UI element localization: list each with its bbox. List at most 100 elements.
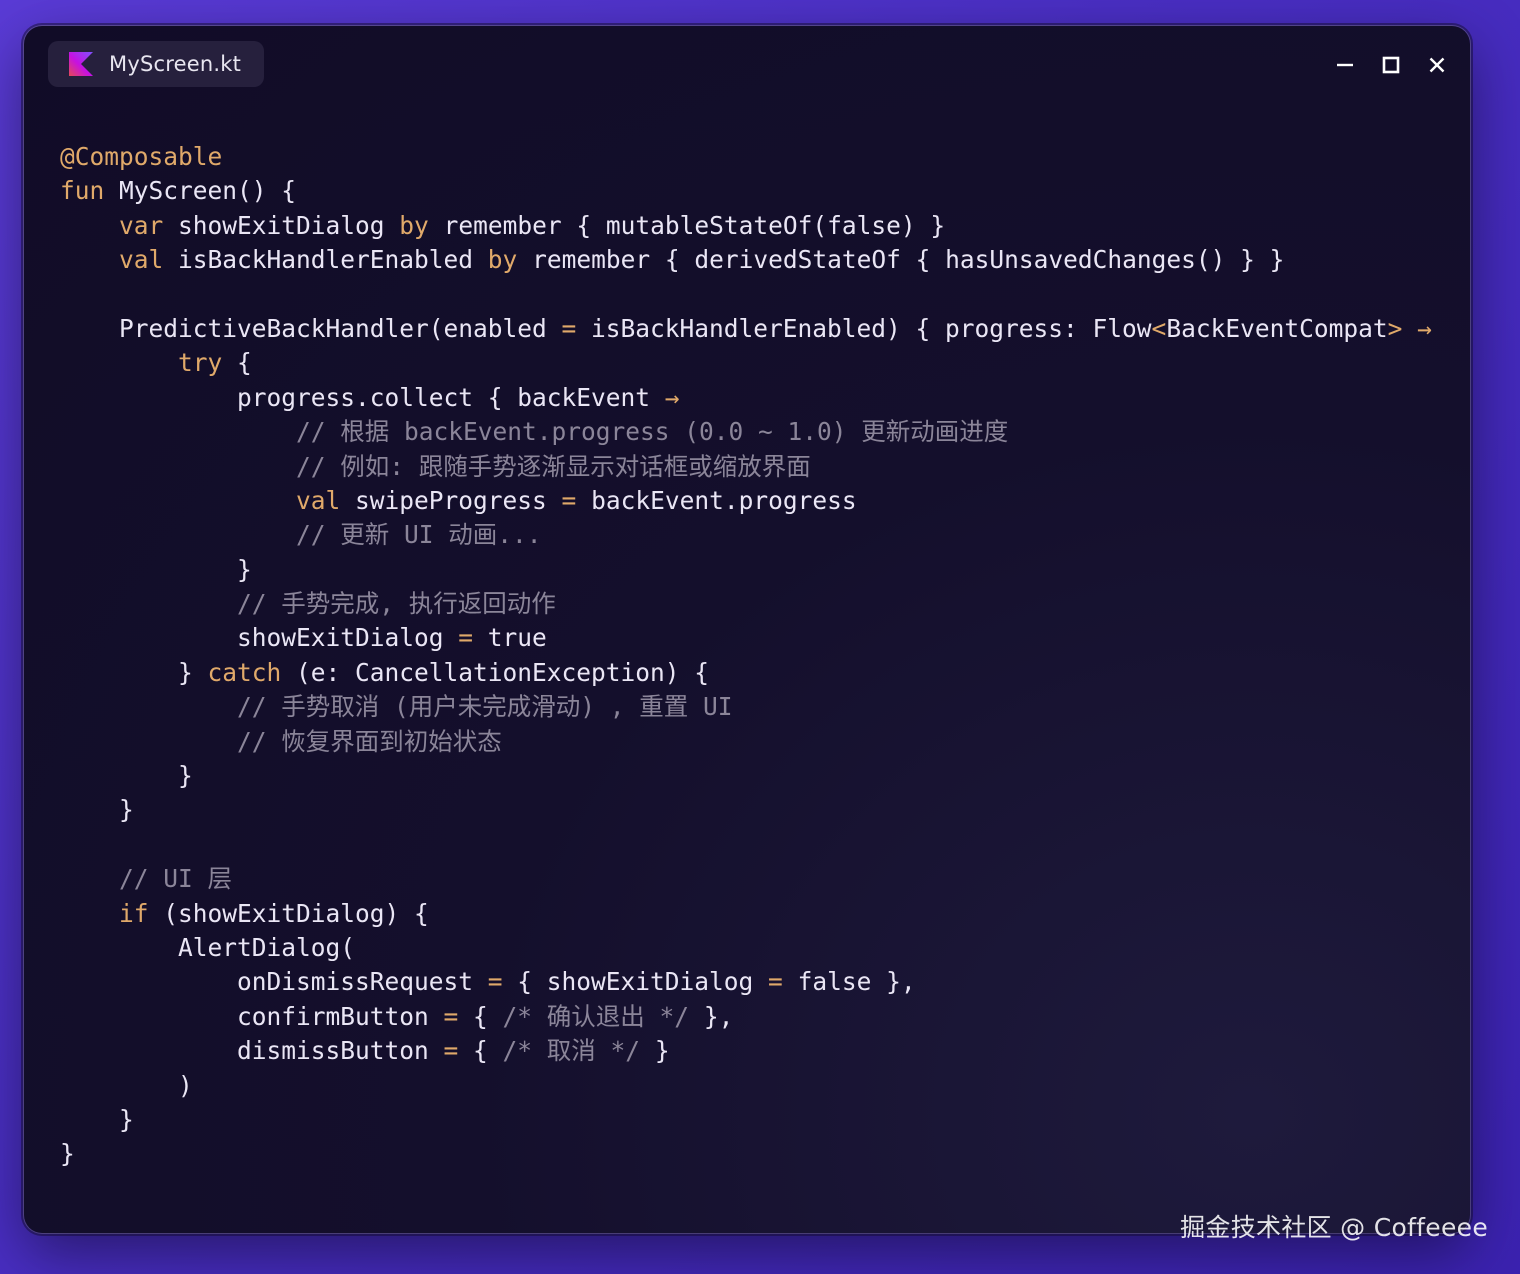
code-keyword: by: [399, 210, 429, 240]
code-line: // 根据 backEvent.progress (0.0 ~ 1.0) 更新动…: [60, 415, 1432, 449]
code-keyword: if: [119, 898, 149, 928]
code-line: // 恢复界面到初始状态: [60, 725, 1432, 759]
code-line: }: [60, 759, 1432, 793]
code-comment: // 恢复界面到初始状态: [60, 726, 502, 756]
code-token: }: [60, 761, 193, 791]
maximize-button[interactable]: [1378, 52, 1404, 78]
code-comment: // 例如: 跟随手势逐渐显示对话框或缩放界面: [60, 451, 811, 481]
code-line: ): [60, 1069, 1432, 1103]
code-keyword: =: [443, 1036, 459, 1066]
code-keyword: →: [1417, 313, 1432, 343]
close-icon: [1429, 57, 1445, 73]
code-editor[interactable]: @Composable fun MyScreen() { var showExit…: [60, 140, 1432, 1172]
code-keyword: =: [561, 485, 577, 515]
code-keyword: fun: [60, 176, 105, 206]
editor-window: MyScreen.kt @Composable fun MyScreen() { …: [24, 26, 1470, 1233]
code-keyword: =: [561, 313, 577, 343]
code-comment: // UI 层: [60, 864, 233, 894]
code-token: confirmButton: [60, 1001, 444, 1031]
code-keyword: →: [664, 382, 680, 412]
code-keyword: =: [487, 967, 503, 997]
code-keyword: val: [296, 485, 341, 515]
code-line: @Composable: [60, 140, 1432, 174]
code-token: }: [60, 554, 252, 584]
code-keyword: by: [487, 245, 518, 275]
code-comment: // 更新 UI 动画...: [60, 520, 542, 550]
code-token: showExitDialog: [163, 210, 400, 240]
code-line: progress.collect { backEvent →: [60, 381, 1432, 415]
code-line: val swipeProgress = backEvent.progress: [60, 484, 1432, 518]
code-token: }: [640, 1036, 670, 1066]
code-token: isBackHandlerEnabled: [163, 245, 488, 275]
code-comment: // 根据 backEvent.progress (0.0 ~ 1.0) 更新动…: [60, 417, 1009, 447]
code-token: }: [60, 1139, 75, 1169]
file-tab[interactable]: MyScreen.kt: [48, 41, 264, 87]
kotlin-logo-icon: [69, 52, 93, 76]
code-keyword: =: [443, 1001, 459, 1031]
code-line: // 手势取消 (用户未完成滑动) , 重置 UI: [60, 690, 1432, 724]
code-line: AlertDialog(: [60, 931, 1432, 965]
code-line: // 手势完成, 执行返回动作: [60, 587, 1432, 621]
close-button[interactable]: [1424, 52, 1450, 78]
code-comment: // 手势完成, 执行返回动作: [60, 589, 556, 619]
code-line: var showExitDialog by remember { mutable…: [60, 209, 1432, 243]
code-token: backEvent.progress: [576, 485, 857, 515]
code-token: remember { derivedStateOf { hasUnsavedCh…: [517, 245, 1285, 275]
code-token: }: [60, 795, 134, 825]
code-line: onDismissRequest = { showExitDialog = fa…: [60, 965, 1432, 999]
code-line: // UI 层: [60, 862, 1432, 896]
code-token: showExitDialog: [60, 623, 459, 653]
tab-title: MyScreen.kt: [109, 52, 242, 76]
code-line: }: [60, 793, 1432, 827]
code-line: } catch (e: CancellationException) {: [60, 656, 1432, 690]
code-token: },: [689, 1001, 734, 1031]
code-keyword: var: [119, 210, 164, 240]
code-token: MyScreen() {: [104, 176, 297, 206]
code-line: try {: [60, 346, 1432, 380]
code-line: confirmButton = { /* 确认退出 */ },: [60, 1000, 1432, 1034]
code-token: false },: [782, 967, 916, 997]
code-line: if (showExitDialog) {: [60, 897, 1432, 931]
watermark: 掘金技术社区 @ Coffeeee: [1180, 1213, 1488, 1242]
code-line: }: [60, 553, 1432, 587]
code-keyword: >: [1387, 313, 1403, 343]
window-controls: [1332, 52, 1450, 78]
code-token: }: [60, 1104, 134, 1134]
code-line: dismissButton = { /* 取消 */ }: [60, 1034, 1432, 1068]
code-token: remember { mutableStateOf(false) }: [428, 210, 946, 240]
minimize-icon: [1337, 63, 1353, 67]
code-keyword: val: [119, 245, 164, 275]
code-comment: /* 取消 */: [502, 1036, 641, 1066]
minimize-button[interactable]: [1332, 52, 1358, 78]
code-token: {: [222, 348, 252, 378]
code-token: AlertDialog(: [60, 932, 356, 962]
code-keyword: catch: [207, 657, 282, 687]
code-token: ): [60, 1070, 193, 1100]
code-token: progress.collect { backEvent: [60, 382, 665, 412]
code-comment: // 手势取消 (用户未完成滑动) , 重置 UI: [60, 692, 733, 722]
code-line: }: [60, 1103, 1432, 1137]
code-comment: /* 确认退出 */: [502, 1001, 690, 1031]
code-line: showExitDialog = true: [60, 621, 1432, 655]
maximize-icon: [1382, 56, 1400, 74]
code-line: // 更新 UI 动画...: [60, 518, 1432, 552]
code-token: BackEventCompat: [1166, 313, 1388, 343]
code-keyword: try: [178, 348, 223, 378]
code-keyword: =: [768, 967, 783, 997]
code-token: }: [60, 657, 208, 687]
code-line: }: [60, 1137, 1432, 1171]
code-token: isBackHandlerEnabled) { progress: Flow: [576, 313, 1152, 343]
code-token: (e: CancellationException) {: [281, 657, 710, 687]
code-token: {: [458, 1036, 503, 1066]
code-token: { showExitDialog: [502, 967, 769, 997]
code-line: PredictiveBackHandler(enabled = isBackHa…: [60, 312, 1432, 346]
code-token: {: [458, 1001, 503, 1031]
